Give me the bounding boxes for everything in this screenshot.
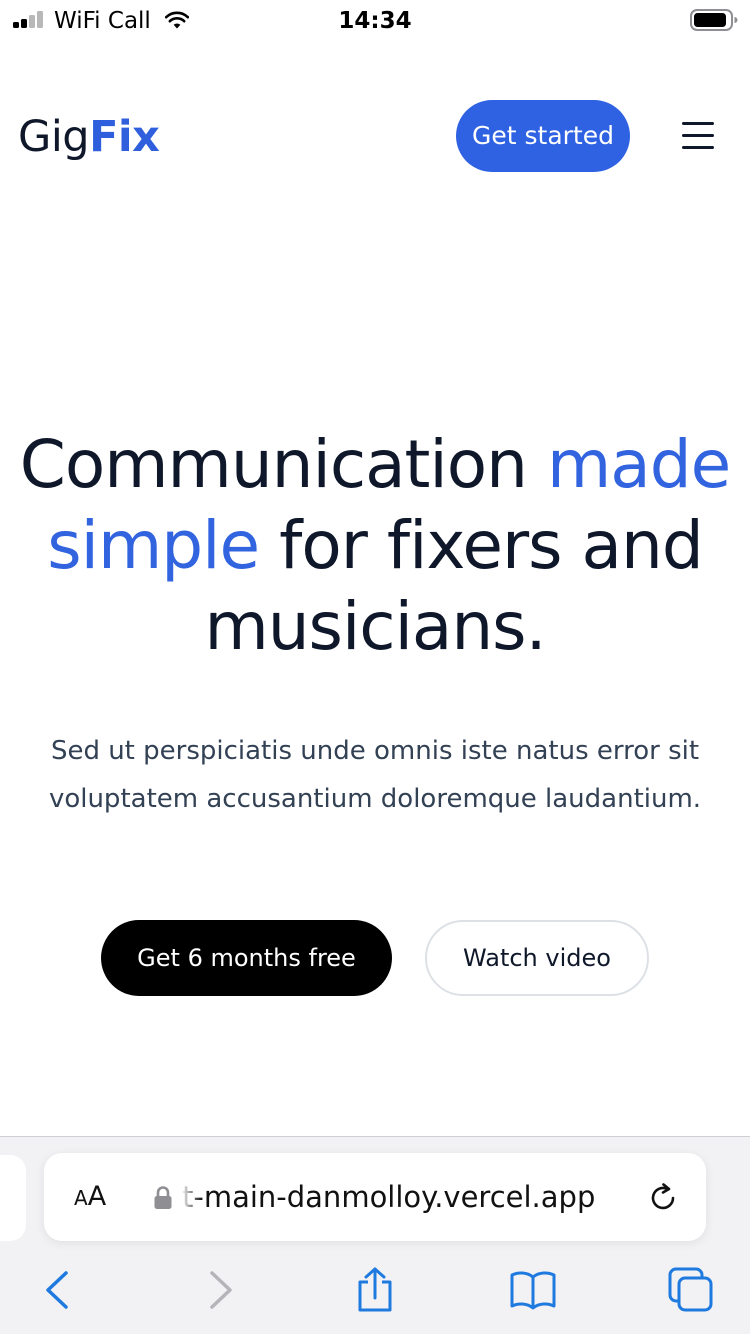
address-bar[interactable]: AA t-main-danmolloy.vercel.app	[44, 1153, 706, 1241]
hero-title-part1: Communication	[19, 426, 547, 503]
logo[interactable]: GigFix	[18, 110, 160, 164]
clock: 14:34	[338, 8, 412, 34]
battery-icon	[690, 9, 738, 31]
forward-icon[interactable]	[196, 1266, 244, 1314]
previous-tab-preview[interactable]	[0, 1155, 26, 1241]
lock-icon	[154, 1186, 172, 1209]
bookmarks-icon[interactable]	[509, 1266, 557, 1314]
text-size-button[interactable]: AA	[74, 1179, 106, 1215]
url-text[interactable]: t-main-danmolloy.vercel.app	[182, 1177, 624, 1217]
tabs-icon[interactable]	[667, 1266, 715, 1314]
back-icon[interactable]	[34, 1266, 82, 1314]
get-started-button[interactable]: Get started	[456, 100, 630, 172]
text-size-small-label: A	[74, 1186, 88, 1210]
text-size-large-label: A	[87, 1181, 107, 1212]
hero-subtitle: Sed ut perspiciatis unde omnis iste natu…	[48, 736, 702, 814]
share-icon[interactable]	[351, 1266, 399, 1314]
logo-part-gig: Gig	[18, 112, 90, 162]
status-bar: WiFi Call 14:34	[0, 0, 750, 42]
reload-icon[interactable]	[646, 1181, 680, 1215]
logo-part-fix: Fix	[89, 112, 160, 162]
get-6-months-free-button[interactable]: Get 6 months free	[101, 920, 392, 996]
url-fade	[182, 1177, 202, 1217]
watch-video-button[interactable]: Watch video	[425, 920, 649, 996]
hero-title: Communication made simple for fixers and…	[0, 424, 750, 667]
hero-title-part2: for fixers and musicians.	[204, 507, 703, 665]
menu-icon[interactable]	[680, 120, 716, 152]
